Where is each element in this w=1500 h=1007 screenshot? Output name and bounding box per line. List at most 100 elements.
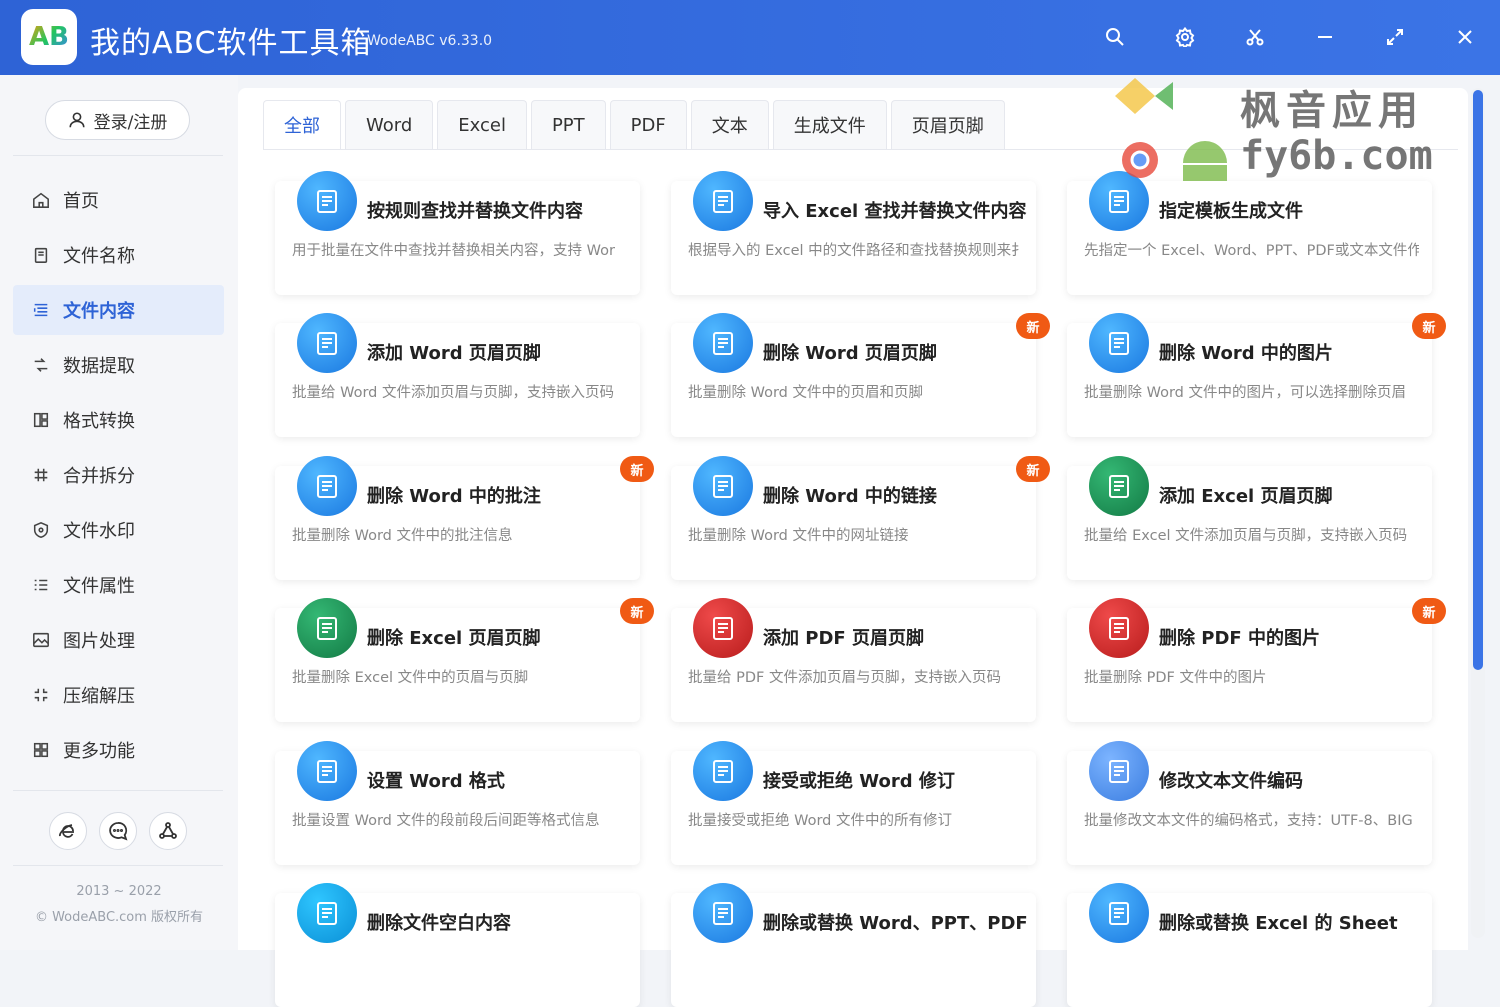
feature-card[interactable]: 删除 Word 中的批注 批量删除 Word 文件中的批注信息 新 [275, 456, 654, 580]
sidebar-item-2[interactable]: 文件内容 [13, 285, 224, 335]
screenshot-button[interactable] [1240, 22, 1270, 52]
share-button[interactable] [149, 812, 187, 850]
tab-6[interactable]: 生成文件 [772, 100, 887, 149]
properties-icon [34, 579, 48, 591]
scrollbar[interactable] [1471, 88, 1485, 938]
settings-button[interactable] [1170, 22, 1200, 52]
sidebar-item-label: 文件内容 [63, 301, 135, 322]
document-icon [317, 760, 337, 783]
feature-card[interactable]: 添加 PDF 页眉页脚 批量给 PDF 文件添加页眉与页脚，支持嵌入页码 [671, 598, 1036, 722]
sidebar-item-5[interactable]: 合并拆分 [13, 450, 224, 500]
user-icon [69, 112, 85, 128]
sidebar-item-7[interactable]: 文件属性 [13, 560, 224, 610]
minimize-button[interactable] [1310, 22, 1340, 52]
document-icon [713, 332, 733, 355]
sidebar-item-4[interactable]: 格式转换 [13, 395, 224, 445]
feature-card[interactable]: 修改文本文件编码 批量修改文本文件的编码格式，支持：UTF-8、BIG [1067, 741, 1432, 865]
search-button[interactable] [1100, 22, 1130, 52]
feature-icon [1089, 313, 1149, 373]
feature-card[interactable]: 删除 Word 中的链接 批量删除 Word 文件中的网址链接 新 [671, 456, 1050, 580]
feature-card[interactable]: 添加 Excel 页眉页脚 批量给 Excel 文件添加页眉与页脚，支持嵌入页码 [1067, 456, 1432, 580]
document-icon [713, 190, 733, 213]
feature-title: 删除文件空白内容 [367, 913, 511, 934]
gear-icon [1175, 27, 1195, 47]
sidebar-item-6[interactable]: 文件水印 [13, 505, 224, 555]
feature-icon [1089, 456, 1149, 516]
copyright-text: © WodeABC.com 版权所有 [34, 910, 204, 925]
feature-icon [693, 598, 753, 658]
maximize-button[interactable] [1380, 22, 1410, 52]
feature-title: 指定模板生成文件 [1159, 201, 1303, 222]
browser-button[interactable] [49, 812, 87, 850]
divider [13, 155, 223, 156]
feature-card[interactable]: 删除 Word 页眉页脚 批量删除 Word 文件中的页眉和页脚 新 [671, 313, 1050, 437]
app-version: WodeABC v6.33.0 [367, 33, 493, 49]
document-icon [713, 475, 733, 498]
feature-desc: 根据导入的 Excel 中的文件路径和查找替换规则来扌 [688, 243, 1023, 259]
content-icon [33, 303, 48, 317]
feature-desc: 批量接受或拒绝 Word 文件中的所有修订 [688, 813, 952, 829]
document-icon [713, 617, 733, 640]
feature-card[interactable]: 导入 Excel 查找并替换文件内容 根据导入的 Excel 中的文件路径和查找替… [671, 171, 1036, 295]
scissors-icon [1246, 29, 1264, 46]
sidebar-item-0[interactable]: 首页 [13, 175, 224, 225]
feature-icon [1089, 741, 1149, 801]
feature-desc: 批量给 Excel 文件添加页眉与页脚，支持嵌入页码 [1084, 528, 1408, 544]
feature-card[interactable]: 删除文件空白内容 [275, 883, 640, 1007]
feature-title: 按规则查找并替换文件内容 [367, 201, 583, 222]
feature-title: 删除或替换 Excel 的 Sheet [1159, 913, 1398, 934]
document-icon [1109, 475, 1129, 498]
chat-icon [109, 822, 128, 841]
tab-7[interactable]: 页眉页脚 [890, 100, 1005, 149]
feature-desc: 批量删除 Word 文件中的图片，可以选择删除页眉 [1084, 385, 1406, 401]
sidebar-item-8[interactable]: 图片处理 [13, 615, 224, 665]
login-button[interactable]: 登录/注册 [45, 100, 190, 140]
feature-desc: 批量设置 Word 文件的段前段后间距等格式信息 [292, 813, 600, 829]
quick-links [49, 812, 187, 850]
feature-card[interactable]: 设置 Word 格式 批量设置 Word 文件的段前段后间距等格式信息 [275, 741, 640, 865]
extract-icon [34, 358, 48, 372]
feedback-button[interactable] [99, 812, 137, 850]
document-icon [1109, 760, 1129, 783]
minimize-icon [1318, 36, 1332, 38]
new-badge: 新 [620, 456, 654, 482]
feature-icon [693, 171, 753, 231]
feature-card[interactable]: 按规则查找并替换文件内容 用于批量在文件中查找并替换相关内容，支持 Wor [275, 171, 640, 295]
feature-card[interactable]: 指定模板生成文件 先指定一个 Excel、Word、PPT、PDF或文本文件作 [1067, 171, 1432, 295]
feature-card[interactable]: 接受或拒绝 Word 修订 批量接受或拒绝 Word 文件中的所有修订 [671, 741, 1036, 865]
document-icon [317, 902, 337, 925]
sidebar-item-label: 合并拆分 [63, 466, 135, 487]
sidebar-item-1[interactable]: 文件名称 [13, 230, 224, 280]
sidebar-item-9[interactable]: 压缩解压 [13, 670, 224, 720]
sidebar-item-label: 文件属性 [63, 576, 135, 597]
tab-2[interactable]: Excel [437, 100, 527, 149]
feature-title: 删除 Excel 页眉页脚 [367, 628, 541, 649]
image-icon [33, 632, 49, 648]
tab-4[interactable]: PDF [609, 100, 687, 149]
feature-desc: 批量删除 Word 文件中的页眉和页脚 [688, 385, 923, 401]
sidebar-item-10[interactable]: 更多功能 [13, 725, 224, 775]
feature-icon [297, 313, 357, 373]
merge-icon [34, 468, 48, 482]
feature-card[interactable]: 删除 Word 中的图片 批量删除 Word 文件中的图片，可以选择删除页眉 新 [1067, 313, 1446, 437]
sidebar-item-3[interactable]: 数据提取 [13, 340, 224, 390]
feature-icon [297, 883, 357, 943]
new-badge: 新 [1412, 598, 1446, 624]
feature-card[interactable]: 删除 PDF 中的图片 批量删除 PDF 文件中的图片 新 [1067, 598, 1446, 722]
close-button[interactable] [1450, 22, 1480, 52]
scrollbar-thumb[interactable] [1473, 90, 1483, 670]
feature-card[interactable]: 删除或替换 Excel 的 Sheet [1067, 883, 1432, 1007]
feature-card[interactable]: 添加 Word 页眉页脚 批量给 Word 文件添加页眉与页脚，支持嵌入页码 [275, 313, 640, 437]
feature-desc: 批量删除 Excel 文件中的页眉与页脚 [292, 670, 529, 686]
feature-card[interactable]: 删除 Excel 页眉页脚 批量删除 Excel 文件中的页眉与页脚 新 [275, 598, 654, 722]
tab-1[interactable]: Word [345, 100, 434, 149]
feature-icon [297, 456, 357, 516]
feature-icon [297, 598, 357, 658]
tab-0[interactable]: 全部 [263, 100, 341, 149]
feature-card[interactable]: 删除或替换 Word、PPT、PDF [671, 883, 1036, 1007]
tab-3[interactable]: PPT [530, 100, 606, 149]
watermark-line1: 枫音应用 [1240, 88, 1424, 134]
close-icon [1458, 30, 1472, 44]
tab-5[interactable]: 文本 [690, 100, 769, 149]
android-logo-icon [1183, 141, 1227, 181]
